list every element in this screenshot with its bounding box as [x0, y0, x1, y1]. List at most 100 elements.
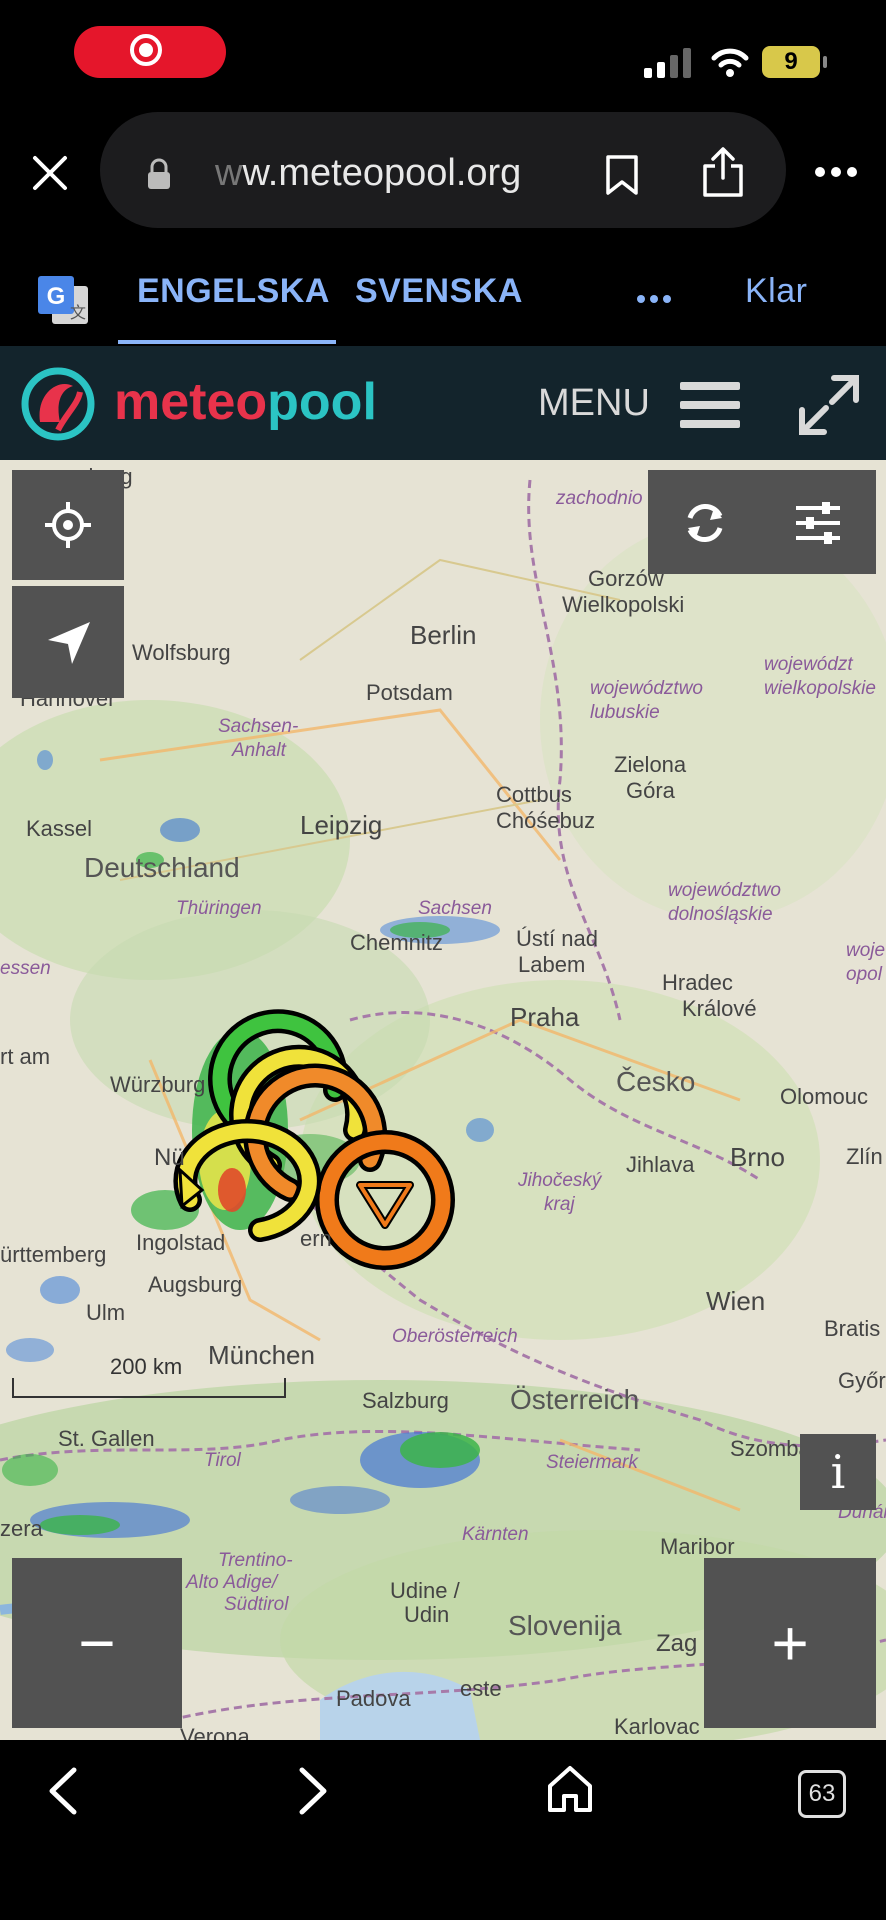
browser-toolbar — [0, 1740, 886, 1920]
translate-options-icon[interactable] — [636, 294, 672, 304]
meteopool-logo-icon[interactable] — [18, 364, 98, 444]
map-label: Králové — [682, 996, 757, 1021]
hamburger-menu-icon[interactable] — [680, 380, 740, 430]
close-icon[interactable] — [30, 153, 70, 193]
map-label: lubuskie — [590, 702, 660, 723]
map-label: Udin — [404, 1602, 450, 1627]
fullscreen-icon[interactable] — [798, 374, 860, 436]
zoom-out-button[interactable]: − — [12, 1558, 182, 1728]
svg-text:文: 文 — [70, 304, 86, 322]
map-label: München — [208, 1340, 315, 1370]
map-label: opol — [846, 964, 882, 985]
map-label: Jihočeský — [518, 1170, 602, 1191]
map-label: Berlin — [410, 620, 477, 650]
map-label: Österreich — [510, 1384, 640, 1415]
map-label: Brno — [730, 1142, 785, 1172]
refresh-icon[interactable] — [682, 500, 728, 546]
share-icon[interactable] — [700, 146, 746, 198]
crosshair-icon — [45, 502, 91, 548]
map-label: Chóśebuz — [496, 808, 596, 833]
map-label: kraj — [544, 1194, 575, 1215]
map-label: ern — [300, 1226, 332, 1251]
locate-button[interactable] — [12, 470, 124, 580]
map-label: Wien — [706, 1286, 766, 1316]
map-label: essen — [0, 958, 51, 979]
bookmark-icon[interactable] — [604, 154, 640, 196]
map-label: województwo — [668, 880, 781, 901]
map-label: Cottbus — [496, 782, 572, 807]
map-label: Alto Adige/ — [186, 1572, 278, 1593]
map-label: Ulm — [86, 1300, 126, 1325]
map-label: Padova — [336, 1686, 411, 1711]
map-label: Česko — [616, 1066, 696, 1097]
more-options-icon[interactable] — [814, 166, 858, 178]
map-label: dolnośląskie — [668, 904, 773, 925]
wifi-icon — [711, 48, 749, 77]
map-label: Kassel — [26, 816, 93, 841]
map-tools-panel — [648, 470, 876, 574]
battery-indicator: 9 — [762, 46, 827, 78]
map-label: Thüringen — [176, 898, 262, 919]
navigate-button[interactable] — [12, 586, 124, 698]
map-label: Karlovac — [614, 1714, 700, 1739]
map-label: wojew — [846, 940, 886, 961]
svg-text:G: G — [47, 283, 66, 310]
map-label: Ingolstad — [136, 1230, 226, 1255]
map-label: Verona — [180, 1724, 250, 1740]
home-icon[interactable] — [546, 1764, 594, 1814]
map-label: Wolfsburg — [132, 640, 231, 665]
map-label: Südtirol — [224, 1594, 289, 1615]
navigation-arrow-icon — [48, 622, 90, 664]
tab-target-language[interactable]: SVENSKA — [355, 272, 523, 311]
map-label: Leipzig — [300, 810, 383, 840]
map-label: Góra — [626, 778, 675, 803]
site-logo-text[interactable]: meteopool — [114, 372, 377, 432]
cellular-signal-icon — [644, 48, 691, 78]
weather-radar-map[interactable]: amburg zachodnio Gorzów Wielkopolski Ber… — [0, 460, 886, 1740]
map-label: Wielkopolski — [562, 592, 685, 617]
back-icon[interactable] — [44, 1766, 80, 1816]
map-label: Zag — [656, 1630, 698, 1657]
map-label: zera — [0, 1516, 43, 1541]
map-label: Anhalt — [232, 740, 286, 761]
map-label: Deutschland — [84, 852, 240, 883]
google-translate-icon: G 文 — [38, 276, 88, 324]
map-label: Steiermark — [546, 1452, 638, 1473]
map-label: Zielona — [614, 752, 687, 777]
map-label: województwo — [590, 678, 703, 699]
map-label: Augsburg — [148, 1272, 243, 1297]
map-label: Slovenija — [508, 1610, 622, 1641]
map-label: wielkopolskie — [764, 678, 876, 699]
map-label: Jihlava — [626, 1152, 695, 1177]
map-label: Sachsen- — [218, 716, 299, 737]
map-label: Bratis — [824, 1316, 881, 1341]
map-label: Chemnitz — [350, 930, 443, 955]
tabs-button[interactable]: 63 — [798, 1770, 846, 1818]
map-label: zachodnio — [556, 488, 643, 509]
tab-source-language[interactable]: ENGELSKA — [137, 272, 330, 311]
map-label: ürttemberg — [0, 1242, 107, 1267]
url-text[interactable]: ww.meteopool.org — [215, 152, 521, 195]
zoom-in-button[interactable]: + — [704, 1558, 876, 1728]
map-label: Zlín — [846, 1144, 883, 1169]
lock-icon — [148, 158, 170, 189]
map-label: Maribor — [660, 1534, 735, 1559]
map-label: Potsdam — [366, 680, 453, 705]
map-label: St. Gallen — [58, 1426, 155, 1451]
map-label: województ — [764, 654, 853, 675]
map-label: Trentino- — [218, 1550, 293, 1571]
map-label: Salzburg — [362, 1388, 449, 1413]
map-label: Kärnten — [462, 1524, 529, 1545]
translate-done-button[interactable]: Klar — [745, 272, 807, 311]
map-label: rt am — [0, 1044, 51, 1069]
screen-recording-indicator[interactable] — [74, 26, 226, 78]
map-label: Würzburg — [110, 1072, 206, 1097]
map-scale-bar — [12, 1378, 286, 1398]
settings-sliders-icon[interactable] — [794, 500, 842, 546]
map-label: Olomouc — [780, 1084, 869, 1109]
info-button[interactable]: i — [800, 1434, 876, 1510]
map-label: Nü — [154, 1144, 185, 1171]
menu-label[interactable]: MENU — [538, 382, 650, 425]
forward-icon[interactable] — [296, 1766, 332, 1816]
map-label: Oberösterreich — [392, 1326, 518, 1347]
